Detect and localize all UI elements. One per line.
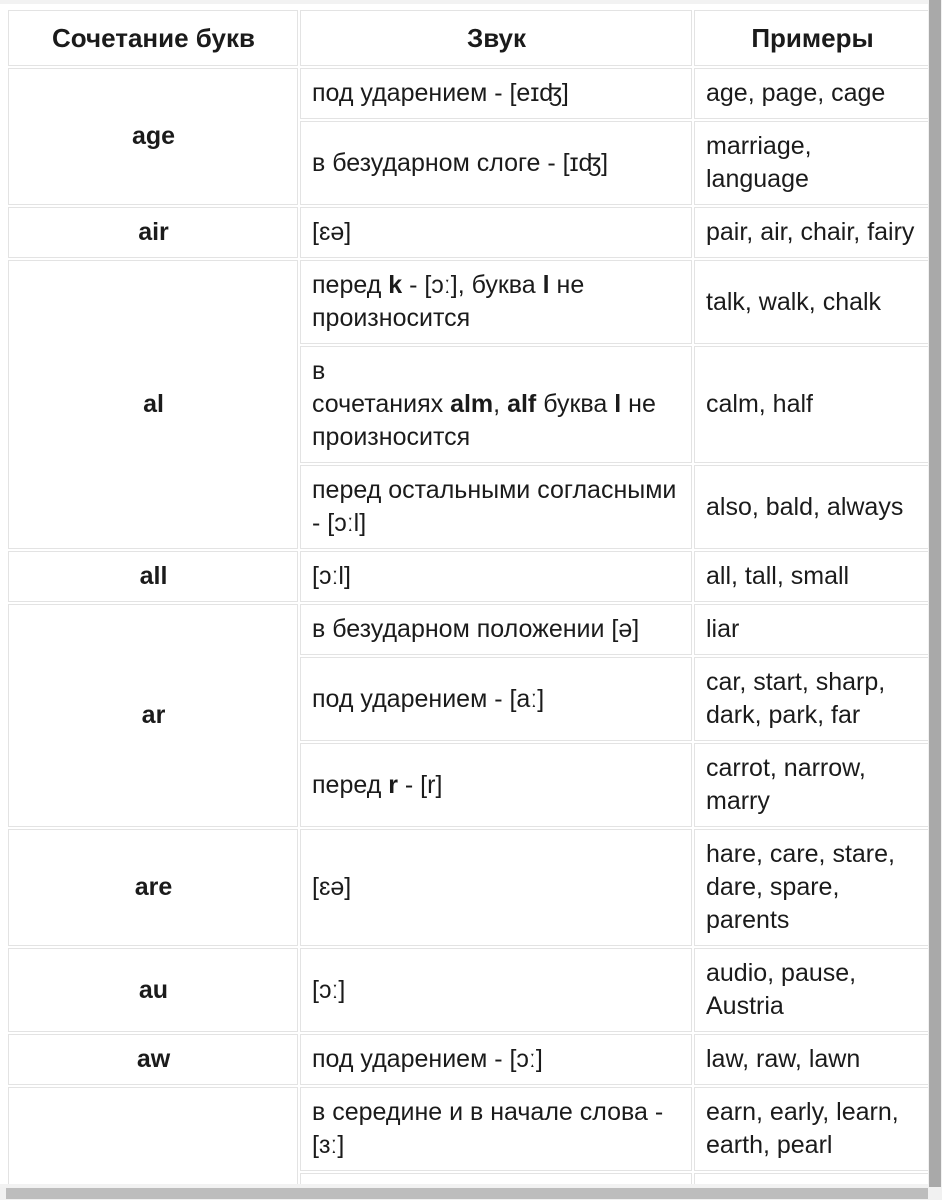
- cell-letter-combination: air: [8, 207, 298, 259]
- cell-letter-combination: all: [8, 551, 298, 603]
- table-row: al перед k - [ɔː], буква l не произноситс…: [8, 260, 928, 550]
- cell-examples: ear, hear, near, fear, dear, clear: [694, 1173, 928, 1184]
- cell-examples: marriage, language: [694, 121, 928, 206]
- cell-sound-rule: перед остальными согласными - [ɔːl]: [300, 465, 692, 550]
- column-header-examples: Примеры: [694, 10, 928, 67]
- cell-sound-rule: перед r - [r]: [300, 743, 692, 828]
- column-header-sound: Звук: [300, 10, 692, 67]
- cell-examples: car, start, sharp, dark, park, far: [694, 657, 928, 742]
- cell-examples: carrot, narrow, marry: [694, 743, 928, 828]
- cell-sound-rule: в безударном положении [ə]: [300, 604, 692, 656]
- cell-sound-rule: в безударном слоге - [ɪʤ]: [300, 121, 692, 206]
- cell-sound-rule: [ɛə]: [300, 829, 692, 947]
- table-row: au [ɔː] audio, pause, Austria: [8, 948, 928, 1033]
- table-row: ar в безударном положении [ə] liar: [8, 604, 928, 828]
- cell-examples: calm, half: [694, 346, 928, 464]
- cell-letter-combination: ear: [8, 1087, 298, 1184]
- cell-sound-rule: в сочетаниях alm, alf буква l не произнос…: [300, 346, 692, 464]
- table-row: earв середине и в начале слова - [ɜː]ear…: [8, 1087, 928, 1184]
- horizontal-scrollbar-thumb[interactable]: [6, 1188, 928, 1199]
- cell-examples: age, page, cage: [694, 68, 928, 120]
- cell-letter-combination: age: [8, 68, 298, 206]
- content-pane: Сочетание букв Звук Примеры age под ударе…: [0, 4, 928, 1184]
- table-body: age под ударением - [eɪʤ] age, page, cage в…: [8, 68, 928, 1184]
- page-viewport: Сочетание букв Звук Примеры age под ударе…: [0, 0, 942, 1200]
- header-row: Сочетание букв Звук Примеры: [8, 10, 928, 67]
- cell-letter-combination: al: [8, 260, 298, 550]
- horizontal-scrollbar[interactable]: [0, 1187, 942, 1200]
- cell-letter-combination: au: [8, 948, 298, 1033]
- cell-sound-rule: [ɔː]: [300, 948, 692, 1033]
- cell-sound-rule: [ɛə]: [300, 207, 692, 259]
- cell-examples: pair, air, chair, fairy: [694, 207, 928, 259]
- cell-examples: earn, early, learn, earth, pearl: [694, 1087, 928, 1172]
- table-row: are [ɛə] hare, care, stare, dare, spare, p…: [8, 829, 928, 947]
- pronunciation-rules-table: Сочетание букв Звук Примеры age под ударе…: [6, 8, 928, 1184]
- cell-sound-rule: в конце слова в большинстве случаев - [ɪ…: [300, 1173, 692, 1184]
- cell-sound-rule: под ударением - [ɔː]: [300, 1034, 692, 1086]
- cell-examples: audio, pause, Austria: [694, 948, 928, 1033]
- column-header-combination: Сочетание букв: [8, 10, 298, 67]
- table-header: Сочетание букв Звук Примеры: [8, 10, 928, 67]
- vertical-scrollbar[interactable]: [928, 0, 942, 1189]
- cell-sound-rule: в середине и в начале слова - [ɜː]: [300, 1087, 692, 1172]
- cell-examples: talk, walk, chalk: [694, 260, 928, 345]
- cell-letter-combination: aw: [8, 1034, 298, 1086]
- cell-sound-rule: перед k - [ɔː], буква l не произносится: [300, 260, 692, 345]
- cell-examples: all, tall, small: [694, 551, 928, 603]
- vertical-scrollbar-thumb[interactable]: [929, 0, 941, 1189]
- cell-examples: also, bald, always: [694, 465, 928, 550]
- cell-sound-rule: под ударением - [eɪʤ]: [300, 68, 692, 120]
- cell-examples: liar: [694, 604, 928, 656]
- cell-sound-rule: [ɔːl]: [300, 551, 692, 603]
- cell-letter-combination: are: [8, 829, 298, 947]
- table-row: air [ɛə] pair, air, chair, fairy: [8, 207, 928, 259]
- cell-sound-rule: под ударением - [aː]: [300, 657, 692, 742]
- cell-examples: hare, care, stare, dare, spare, parents: [694, 829, 928, 947]
- table-row: aw под ударением - [ɔː] law, raw, lawn: [8, 1034, 928, 1086]
- table-row: age под ударением - [eɪʤ] age, page, cage: [8, 68, 928, 206]
- cell-examples: law, raw, lawn: [694, 1034, 928, 1086]
- table-row: all [ɔːl] all, tall, small: [8, 551, 928, 603]
- cell-letter-combination: ar: [8, 604, 298, 828]
